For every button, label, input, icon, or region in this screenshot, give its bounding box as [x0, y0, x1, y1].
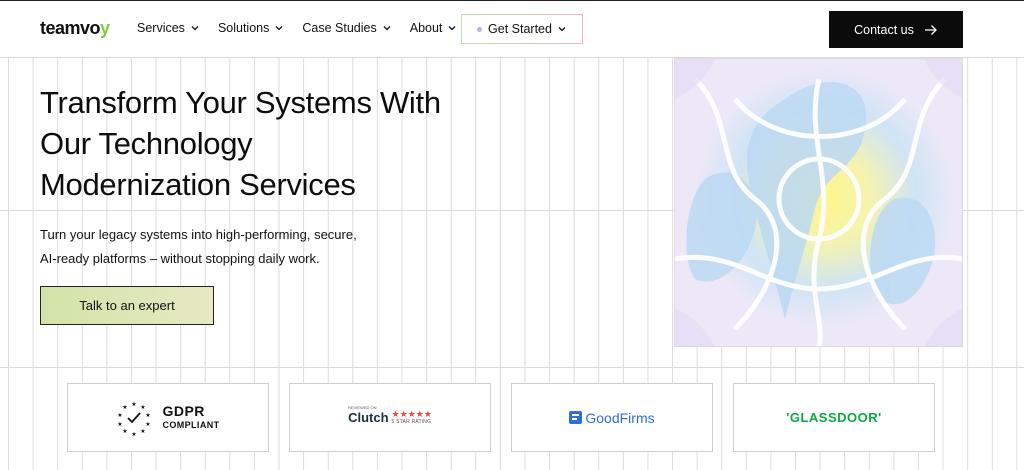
clutch-logo: Clutch [348, 410, 389, 425]
svg-text:★: ★ [146, 412, 151, 419]
hero-subtitle: Turn your legacy systems into high-perfo… [40, 227, 357, 266]
chevron-down-icon [383, 26, 391, 31]
gdpr-subtitle: COMPLIANT [162, 419, 220, 430]
chevron-down-icon [275, 26, 283, 31]
goodfirms-logo-text: GoodFirms [585, 409, 655, 426]
chevron-down-icon [191, 26, 199, 31]
svg-text:★: ★ [146, 421, 151, 428]
eu-stars-check-icon: ★ ★ ★ ★ ★ ★ ★ ★ ★ ★ [118, 401, 151, 436]
talk-to-expert-button[interactable]: Talk to an expert [40, 286, 214, 325]
svg-text:★: ★ [141, 428, 146, 435]
chevron-down-icon [448, 26, 456, 31]
glassdoor-badge: 'GLASSDOOR' [733, 383, 935, 452]
svg-text:★: ★ [118, 421, 123, 428]
clutch-stars: ★★★★★ [391, 409, 432, 419]
svg-text:★: ★ [132, 431, 137, 436]
get-started-button[interactable]: Get Started [461, 14, 583, 44]
svg-text:★: ★ [132, 401, 137, 408]
logo-accent-letter: y [100, 18, 110, 38]
gdpr-title: GDPR [162, 402, 205, 419]
contact-us-button[interactable]: Contact us [829, 11, 963, 48]
svg-text:★: ★ [123, 404, 128, 411]
decorative-flower-artwork [675, 59, 962, 346]
nav-about[interactable]: About [410, 21, 458, 35]
main-nav: Services Solutions Case Studies About [137, 21, 475, 35]
clutch-badge: REVIEWED ON Clutch ★★★★★ 5 STAR RATING [289, 383, 491, 452]
goodfirms-logo-icon [569, 411, 583, 424]
hero-title: Transform Your Systems With Our Technolo… [40, 85, 441, 202]
teamvoy-logo[interactable]: teamvoy [40, 18, 110, 39]
arrow-right-icon [924, 24, 937, 35]
chevron-down-icon [558, 27, 566, 32]
clutch-rating-label: 5 STAR RATING [391, 419, 432, 425]
site-header: teamvoy Services Solutions Case Studies … [0, 1, 1024, 58]
svg-text:★: ★ [123, 428, 128, 435]
nav-solutions[interactable]: Solutions [218, 21, 284, 35]
nav-services[interactable]: Services [137, 21, 200, 35]
status-dot [477, 26, 483, 32]
nav-case-studies[interactable]: Case Studies [302, 21, 391, 35]
goodfirms-badge: GoodFirms [511, 383, 713, 452]
glassdoor-logo: 'GLASSDOOR' [786, 410, 882, 425]
hero-illustration [674, 58, 963, 347]
gdpr-badge: ★ ★ ★ ★ ★ ★ ★ ★ ★ ★ GDPR COMPLIANT [67, 383, 269, 452]
svg-text:★: ★ [118, 412, 123, 419]
clutch-reviewed-label: REVIEWED ON [348, 405, 377, 410]
svg-text:★: ★ [141, 404, 146, 411]
